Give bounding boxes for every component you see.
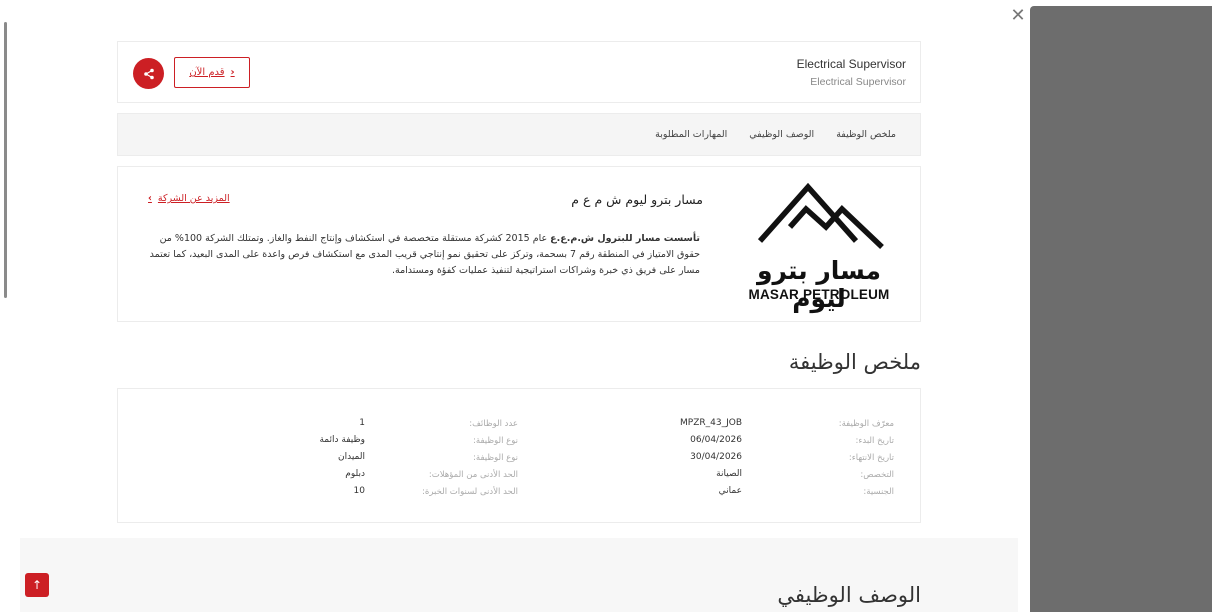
start-date-label: تاريخ البدء: xyxy=(855,436,894,446)
backdrop-panel xyxy=(1030,6,1212,612)
share-icon xyxy=(143,68,154,79)
close-button[interactable]: ✕ xyxy=(1008,6,1028,26)
specialization-value: الصيانة xyxy=(716,469,742,479)
start-date-value: 06/04/2026 xyxy=(690,435,742,445)
tab-job-summary[interactable]: ملخص الوظيفة xyxy=(836,129,896,140)
company-description: تأسست مسار للبترول ش.م.ع.ع عام 2015 كشرك… xyxy=(145,231,700,279)
vacancies-label: عدد الوظائف: xyxy=(469,419,518,429)
share-button[interactable] xyxy=(133,58,164,89)
specialization-label: التخصص: xyxy=(860,470,894,480)
more-link-label: المزيد عن الشركة xyxy=(157,193,230,204)
work-type-value: الميدان xyxy=(338,452,365,462)
more-about-company-link[interactable]: ‹ المزيد عن الشركة xyxy=(148,193,230,204)
close-icon: ✕ xyxy=(1010,5,1026,26)
logo-arabic-text: مسار بترو ليوم xyxy=(756,256,882,313)
company-description-lead: تأسست مسار للبترول ش.م.ع.ع xyxy=(550,233,700,244)
chevron-right-icon: › xyxy=(230,67,235,78)
company-name: مسار بترو ليوم ش م ع م xyxy=(571,192,703,207)
job-summary-card: معرّف الوظيفة: MPZR_43_JOB تاريخ البدء: … xyxy=(117,388,921,523)
job-summary-heading: ملخص الوظيفة xyxy=(788,350,921,374)
job-id-value: MPZR_43_JOB xyxy=(680,418,742,428)
min-qualification-label: الحد الأدنى من المؤهلات: xyxy=(428,470,518,480)
scroll-to-top-button[interactable]: ↑ xyxy=(25,573,49,597)
vacancies-value: 1 xyxy=(359,418,365,428)
tab-required-skills[interactable]: المهارات المطلوبة xyxy=(655,129,727,140)
job-type-value: وظيفة دائمة xyxy=(319,435,365,445)
scrollbar[interactable] xyxy=(4,22,7,298)
chevron-left-icon: ‹ xyxy=(148,193,152,204)
job-title: Electrical Supervisor xyxy=(796,57,906,71)
section-tabs: ملخص الوظيفة الوصف الوظيفي المهارات المط… xyxy=(117,113,921,156)
min-experience-value: 10 xyxy=(353,486,365,496)
left-edge xyxy=(0,0,20,612)
min-qualification-value: دبلوم xyxy=(345,469,365,479)
job-id-label: معرّف الوظيفة: xyxy=(838,419,894,429)
company-card: مسار بترو ليوم MASAR PETROLEUM مسار بترو… xyxy=(117,166,921,322)
end-date-label: تاريخ الانتهاء: xyxy=(848,453,894,463)
mountain-logo-icon xyxy=(757,183,884,249)
job-header-card: Electrical Supervisor Electrical Supervi… xyxy=(117,41,921,103)
nationality-value: عماني xyxy=(718,486,742,496)
tab-job-description[interactable]: الوصف الوظيفي xyxy=(749,129,814,140)
job-subtitle: Electrical Supervisor xyxy=(810,76,906,88)
logo-english-text: MASAR PETROLEUM xyxy=(748,287,890,302)
job-description-heading: الوصف الوظيفي xyxy=(777,583,921,607)
company-logo: مسار بترو ليوم MASAR PETROLEUM xyxy=(746,183,892,313)
apply-now-button[interactable]: قدم الآن › xyxy=(174,57,250,88)
end-date-value: 30/04/2026 xyxy=(690,452,742,462)
nationality-label: الجنسية: xyxy=(863,487,894,497)
min-experience-label: الحد الأدنى لسنوات الخبرة: xyxy=(422,487,518,497)
arrow-up-icon: ↑ xyxy=(31,578,43,592)
job-type-label: نوع الوظيفة: xyxy=(473,436,518,446)
apply-label: قدم الآن xyxy=(189,67,225,78)
work-type-label: نوع الوظيفة: xyxy=(473,453,518,463)
